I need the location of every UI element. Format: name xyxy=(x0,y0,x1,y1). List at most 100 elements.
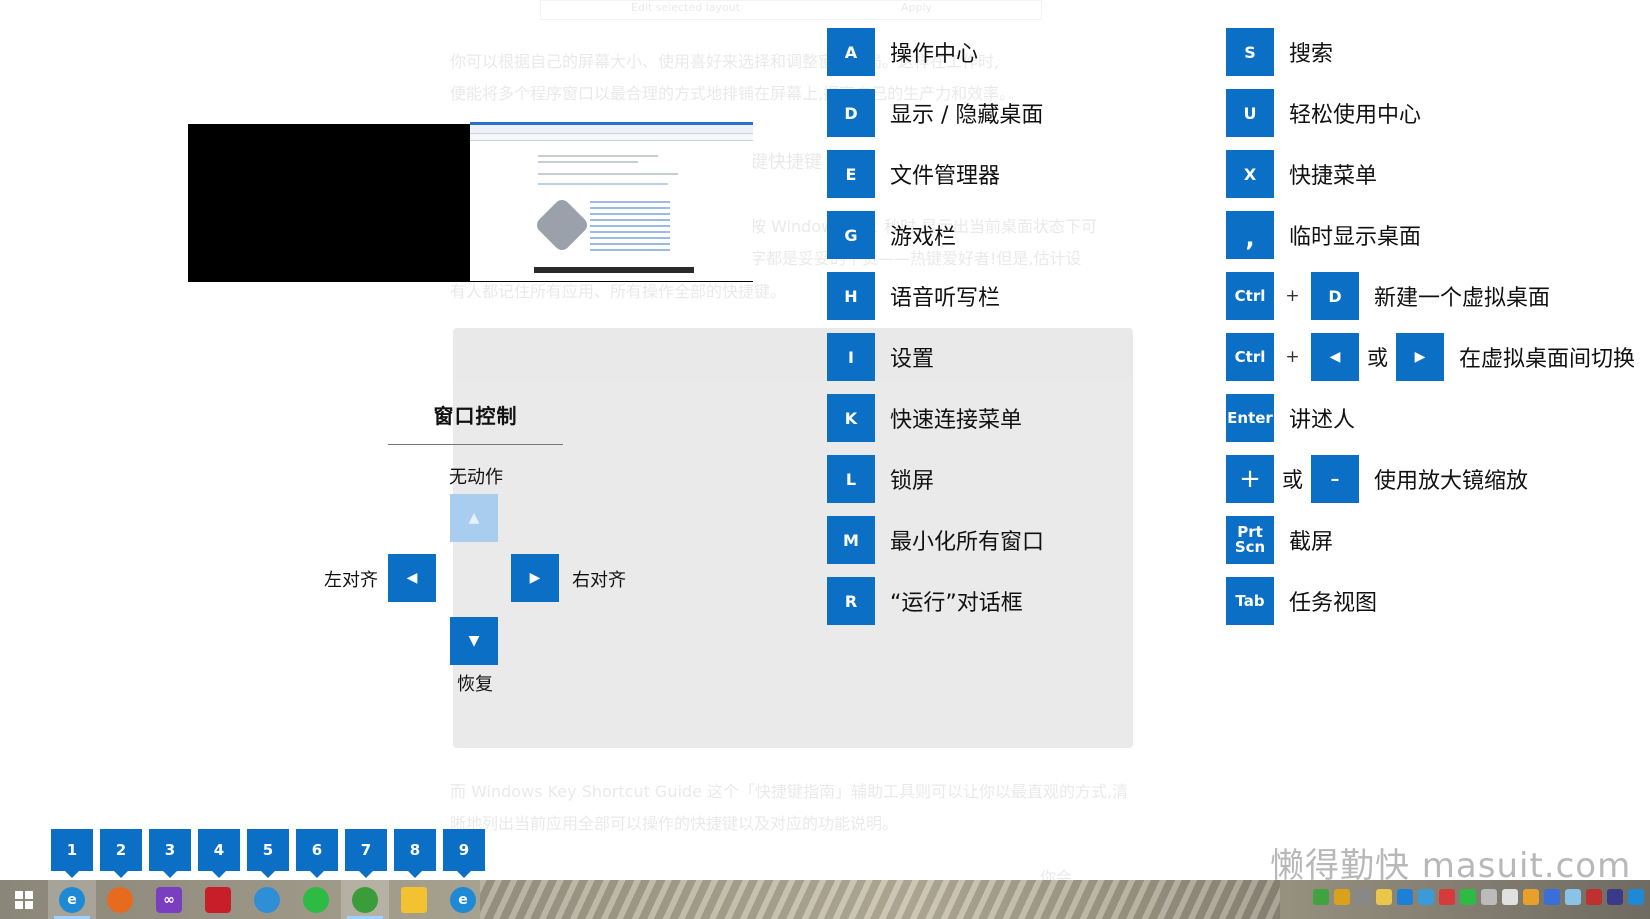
key-arrow-right: ▶ xyxy=(1396,333,1444,381)
shortcut-row-u: U 轻松使用中心 xyxy=(1226,89,1421,137)
shortcut-desc: 快速连接菜单 xyxy=(890,408,1023,433)
key-s: S xyxy=(1226,28,1274,76)
magnifier-app-icon xyxy=(254,886,280,913)
shortcut-desc: 游戏栏 xyxy=(890,225,957,250)
visual-studio-icon: ∞ xyxy=(156,886,182,913)
key-x: X xyxy=(1226,150,1274,198)
key-g: G xyxy=(827,211,875,259)
shortcut-desc: 操作中心 xyxy=(890,42,979,67)
taskbar-app-globe[interactable] xyxy=(341,880,389,919)
key-k: K xyxy=(827,394,875,442)
key-tab: Tab xyxy=(1226,577,1274,625)
shortcut-row-g: G 游戏栏 xyxy=(827,211,956,259)
shortcut-desc: 锁屏 xyxy=(890,469,935,494)
snap-left-label: 左对齐 xyxy=(324,570,378,591)
tray-icon[interactable] xyxy=(1481,889,1497,905)
tray-icon[interactable] xyxy=(1334,889,1350,905)
tray-icon[interactable] xyxy=(1565,889,1581,905)
shortcut-row-h: H 语音听写栏 xyxy=(827,272,1000,320)
taskbar-number-badge: 8 xyxy=(394,829,436,878)
apply-label: Apply xyxy=(901,1,933,14)
edge-icon: e xyxy=(450,886,476,913)
tray-icon[interactable] xyxy=(1544,889,1560,905)
shortcut-desc: 显示 / 隐藏桌面 xyxy=(890,103,1044,128)
taskbar-number-badge: 5 xyxy=(247,829,289,878)
shortcut-desc: 轻松使用中心 xyxy=(1289,103,1422,128)
shortcut-desc: 搜索 xyxy=(1289,42,1334,67)
key-plus: + xyxy=(1226,455,1274,503)
article-line: 晰地列出当前应用全部可以操作的快捷键以及对应的功能说明。 xyxy=(450,814,899,833)
shortcut-desc: 截屏 xyxy=(1289,530,1334,555)
tray-icon[interactable] xyxy=(1460,889,1476,905)
key-enter: Enter xyxy=(1226,394,1274,442)
or-label: 或 xyxy=(1367,346,1388,370)
shortcut-desc: 设置 xyxy=(890,347,935,372)
tray-icon[interactable] xyxy=(1628,889,1644,905)
taskbar-app-edge[interactable]: e xyxy=(48,880,96,919)
taskbar-app-firefox[interactable] xyxy=(96,880,144,919)
shortcut-row-e: E 文件管理器 xyxy=(827,150,1000,198)
window-controls-title: 窗口控制 xyxy=(433,404,518,428)
taskbar-app-wechat[interactable] xyxy=(292,880,340,919)
firefox-icon xyxy=(107,886,133,913)
shortcut-row-i: I 设置 xyxy=(827,333,934,381)
key-d: D xyxy=(1311,272,1359,320)
shortcut-row-k: K 快速连接菜单 xyxy=(827,394,1022,442)
arrow-left-key: ◀ xyxy=(388,554,436,602)
key-minus: - xyxy=(1311,455,1359,503)
article-line: 键快捷键 xyxy=(750,152,822,173)
tray-icon[interactable] xyxy=(1586,889,1602,905)
taskbar-number-badge: 6 xyxy=(296,829,338,878)
article-line: 而 Windows Key Shortcut Guide 这个「快捷键指南」辅助… xyxy=(450,782,1129,801)
taskbar-app-search[interactable] xyxy=(243,880,291,919)
key-l: L xyxy=(827,455,875,503)
taskbar-number-badge: 9 xyxy=(443,829,485,878)
shortcut-row-prtscn: Prt Scn 截屏 xyxy=(1226,516,1333,564)
tray-icon[interactable] xyxy=(1418,889,1434,905)
plus-sign: + xyxy=(1285,286,1300,306)
tray-icon[interactable] xyxy=(1376,889,1392,905)
tray-icon[interactable] xyxy=(1313,889,1329,905)
key-d: D xyxy=(827,89,875,137)
window-controls-divider xyxy=(388,444,563,445)
key-u: U xyxy=(1226,89,1274,137)
windows-logo-icon xyxy=(15,890,33,909)
key-e: E xyxy=(827,150,875,198)
tray-icon[interactable] xyxy=(1523,889,1539,905)
shortcut-row-s: S 搜索 xyxy=(1226,28,1333,76)
tray-icon[interactable] xyxy=(1397,889,1413,905)
red-app-icon xyxy=(205,886,231,913)
start-button[interactable] xyxy=(0,880,48,919)
shortcut-desc: 快捷菜单 xyxy=(1289,164,1378,189)
key-i: I xyxy=(827,333,875,381)
key-prtscn-line2: Scn xyxy=(1234,538,1266,556)
tray-icon[interactable] xyxy=(1439,889,1455,905)
taskbar-app-edge-2[interactable]: e xyxy=(439,880,487,919)
arrow-right-key: ▶ xyxy=(511,554,559,602)
shortcut-desc: 在虚拟桌面间切换 xyxy=(1459,347,1636,372)
key-arrow-left: ◀ xyxy=(1311,333,1359,381)
shortcut-row-x: X 快捷菜单 xyxy=(1226,150,1377,198)
taskbar: e ∞ e xyxy=(0,880,1650,919)
system-tray xyxy=(1313,889,1644,905)
key-a: A xyxy=(827,28,875,76)
snap-right-label: 右对齐 xyxy=(572,570,626,591)
key-m: M xyxy=(827,516,875,564)
tray-icon[interactable] xyxy=(1502,889,1518,905)
key-comma: , xyxy=(1226,211,1274,259)
arrow-up-key: ▲ xyxy=(450,494,498,542)
tray-icon[interactable] xyxy=(1355,889,1371,905)
taskbar-app-visual-studio[interactable]: ∞ xyxy=(145,880,193,919)
taskbar-number-badge: 1 xyxy=(51,829,93,878)
key-prtscn: Prt Scn xyxy=(1226,516,1274,564)
taskbar-app-red[interactable] xyxy=(194,880,242,919)
shortcut-row-zoom: + 或 - 使用放大镜缩放 xyxy=(1226,455,1528,503)
window-preview xyxy=(188,122,753,282)
shortcut-row-m: M 最小化所有窗口 xyxy=(827,516,1044,564)
taskbar-app-file-explorer[interactable] xyxy=(390,880,438,919)
no-action-label: 无动作 xyxy=(449,467,503,488)
edge-icon: e xyxy=(59,886,85,913)
tray-icon[interactable] xyxy=(1607,889,1623,905)
restore-label: 恢复 xyxy=(457,674,493,695)
taskbar-number-badge: 3 xyxy=(149,829,191,878)
